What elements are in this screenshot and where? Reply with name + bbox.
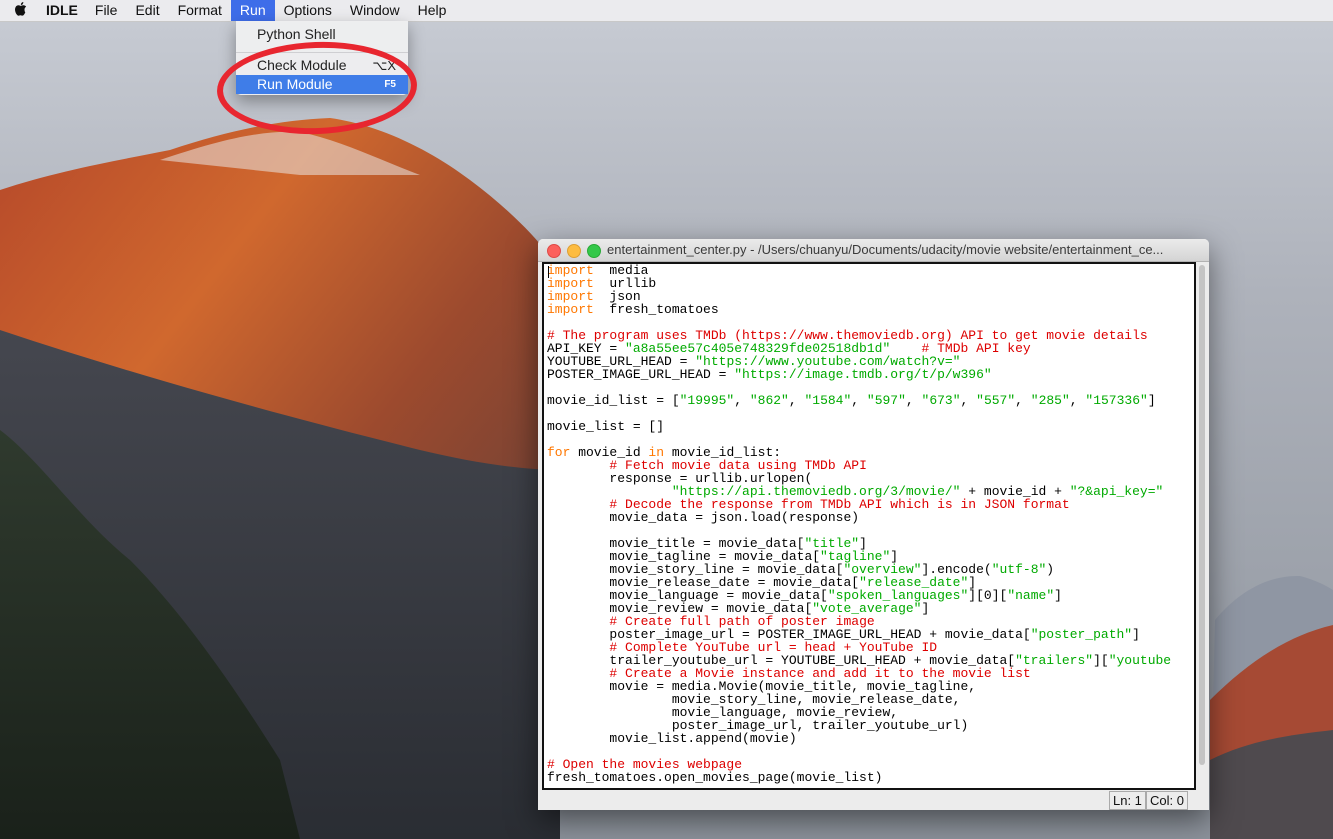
code-string: "157336" [1085,393,1148,408]
code-string: "862" [749,393,789,408]
code-string: "?&api_key=" [1069,484,1164,499]
code-string: "utf-8" [991,562,1047,577]
code-string: "557" [976,393,1016,408]
code-token: , [851,393,867,408]
code-token: ] [1147,393,1156,408]
scrollbar-thumb[interactable] [1199,265,1205,765]
code-token: ][ [1093,653,1109,668]
code-line: fresh_tomatoes.open_movies_page(movie_li… [547,770,882,785]
text-cursor [548,266,549,278]
idle-editor-window: entertainment_center.py - /Users/chuanyu… [538,239,1209,810]
line-number-status: Ln: 1 [1109,791,1146,810]
code-editor[interactable]: import media import urllib import json i… [542,262,1196,790]
window-titlebar[interactable]: entertainment_center.py - /Users/chuanyu… [538,239,1209,262]
code-string: "1584" [804,393,852,408]
code-line: movie_id_list = ["19995", "862", "1584",… [547,393,1156,408]
code-line: movie_list.append(movie) [547,731,797,746]
code-string: "name" [1007,588,1055,603]
code-token: , [734,393,750,408]
minimize-button[interactable] [567,244,581,258]
menu-run[interactable]: Run [230,0,275,21]
menu-edit[interactable]: Edit [126,0,168,21]
close-button[interactable] [547,244,561,258]
code-text[interactable]: import media import urllib import json i… [544,264,1194,784]
code-string: "285" [1030,393,1070,408]
code-token: fresh_tomatoes.open_movies_page(movie_li… [547,770,883,785]
zoom-button[interactable] [587,244,601,258]
code-keyword: import [547,302,594,317]
status-bar: Ln: 1 Col: 0 [538,790,1209,810]
menu-format[interactable]: Format [169,0,231,21]
code-line: movie_list = [] [547,419,664,434]
code-token: movie_id_list = [ [547,393,680,408]
code-token: ] [1132,627,1140,642]
code-token: ] [1054,588,1062,603]
code-token: , [905,393,922,408]
menu-help[interactable]: Help [409,0,456,21]
column-number-status: Col: 0 [1146,791,1188,810]
code-string: "https://image.tmdb.org/t/p/w396" [734,367,992,382]
code-line: import fresh_tomatoes [547,302,719,317]
window-title: entertainment_center.py - /Users/chuanyu… [607,242,1164,257]
apple-icon[interactable] [0,1,40,20]
code-string: "poster_path" [1030,627,1133,642]
code-token: movie_list = [] [547,419,665,434]
code-token: ][0][ [968,588,1008,603]
code-token: movie_list.append(movie) [547,731,797,746]
code-token: ] [921,601,930,616]
code-string: "673" [921,393,961,408]
code-token: , [1069,393,1086,408]
code-token: fresh_tomatoes [593,302,719,317]
vertical-scrollbar[interactable] [1197,263,1207,787]
code-string: "597" [866,393,906,408]
code-token: movie_data = json.load(response) [547,510,860,525]
code-line: movie_data = json.load(response) [547,510,859,525]
code-line: POSTER_IMAGE_URL_HEAD = "https://image.t… [547,367,992,382]
code-token: , [788,393,805,408]
app-menu-idle[interactable]: IDLE [40,0,86,21]
code-token: ) [1046,562,1055,577]
menu-file[interactable]: File [86,0,127,21]
menu-bar: IDLE File Edit Format Run Options Window… [0,0,1333,22]
code-token: , [960,393,977,408]
menu-options[interactable]: Options [275,0,341,21]
code-token: , [1015,393,1031,408]
code-string: "youtube [1108,653,1172,668]
code-string: "19995" [679,393,735,408]
code-token: POSTER_IMAGE_URL_HEAD = [547,367,735,382]
menu-window[interactable]: Window [341,0,409,21]
